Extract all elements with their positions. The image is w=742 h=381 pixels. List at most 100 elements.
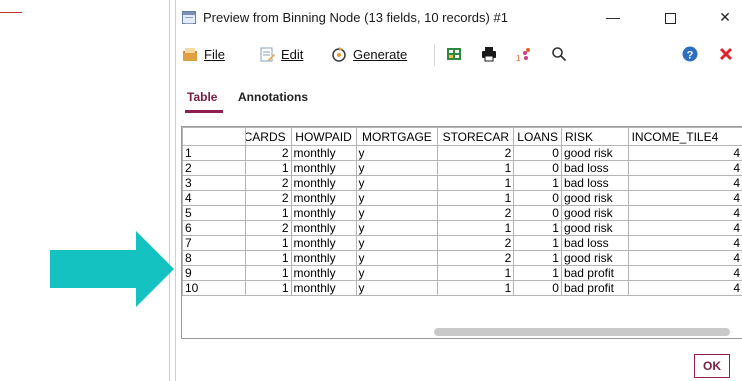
file-menu[interactable]: File xyxy=(182,44,242,66)
cell-income-tile4: 4 xyxy=(627,235,742,251)
cell-storecar: 2 xyxy=(437,205,515,221)
cell-income-tile4: 4 xyxy=(627,265,742,281)
preview-dialog: Preview from Binning Node (13 fields, 10… xyxy=(175,0,742,381)
screenshot-root: Preview from Binning Node (13 fields, 10… xyxy=(0,0,742,381)
minimize-button[interactable]: — xyxy=(594,4,632,30)
generate-menu-label: Generate xyxy=(353,47,408,62)
chart-button[interactable]: 1 xyxy=(516,44,534,66)
cell-storecar: 1 xyxy=(437,280,515,296)
table-header-row: CARDS HOWPAID MORTGAGE STORECAR LOANS RI… xyxy=(182,127,742,146)
scatter-chart-icon: 1 xyxy=(516,48,530,62)
cell-loans: 0 xyxy=(513,145,562,161)
column-header-loans[interactable]: LOANS xyxy=(513,127,562,146)
maximize-button[interactable] xyxy=(651,4,689,30)
column-header-index[interactable] xyxy=(182,127,246,146)
cell-risk: bad loss xyxy=(560,235,629,251)
horizontal-scrollbar[interactable] xyxy=(434,328,730,336)
cell-income-tile4: 4 xyxy=(627,250,742,266)
file-menu-label: File xyxy=(204,47,225,62)
cell-risk: bad loss xyxy=(560,160,629,176)
cell-loans: 0 xyxy=(513,160,562,176)
column-header-income-tile4[interactable]: INCOME_TILE4 xyxy=(627,127,742,146)
help-button[interactable]: ? xyxy=(682,44,700,66)
cell-storecar: 2 xyxy=(437,145,515,161)
edit-menu[interactable]: Edit xyxy=(259,44,315,66)
column-header-storecar[interactable]: STORECAR xyxy=(437,127,515,146)
row-number: 6 xyxy=(182,220,246,236)
cell-loans: 1 xyxy=(513,235,562,251)
ok-button[interactable]: OK xyxy=(694,354,730,378)
export-button[interactable] xyxy=(446,44,464,66)
search-button[interactable] xyxy=(551,44,569,66)
data-table-container[interactable]: CARDS HOWPAID MORTGAGE STORECAR LOANS RI… xyxy=(181,126,742,338)
help-icon: ? xyxy=(682,46,698,62)
close-preview-button[interactable] xyxy=(718,44,736,66)
cell-income-tile4: 4 xyxy=(627,145,742,161)
cell-cards: 1 xyxy=(244,280,292,296)
row-number: 4 xyxy=(182,190,246,206)
active-tab-indicator xyxy=(185,110,223,113)
cell-risk: good risk xyxy=(560,220,629,236)
cell-cards: 1 xyxy=(244,205,292,221)
row-number: 5 xyxy=(182,205,246,221)
cell-risk: good risk xyxy=(560,250,629,266)
cell-loans: 1 xyxy=(513,220,562,236)
cell-mortgage: y xyxy=(355,280,439,296)
table-row[interactable]: 5 1 monthly y 2 0 good risk 4 xyxy=(182,205,742,221)
cell-cards: 1 xyxy=(244,265,292,281)
cell-howpaid: monthly xyxy=(290,235,357,251)
table-row[interactable]: 3 2 monthly y 1 1 bad loss 4 xyxy=(182,175,742,191)
table-row[interactable]: 10 1 monthly y 1 0 bad profit 4 xyxy=(182,280,742,296)
cell-mortgage: y xyxy=(355,235,439,251)
title-bar: Preview from Binning Node (13 fields, 10… xyxy=(176,0,742,34)
maximize-icon xyxy=(664,12,676,24)
row-number: 2 xyxy=(182,160,246,176)
tab-annotations[interactable]: Annotations xyxy=(238,90,308,104)
background-panel-accent-line xyxy=(0,12,22,13)
cell-loans: 0 xyxy=(513,190,562,206)
cell-risk: bad profit xyxy=(560,280,629,296)
row-number: 9 xyxy=(182,265,246,281)
cell-mortgage: y xyxy=(355,160,439,176)
table-window-icon xyxy=(182,11,196,24)
table-row[interactable]: 6 2 monthly y 1 1 good risk 4 xyxy=(182,220,742,236)
tab-table[interactable]: Table xyxy=(187,90,217,104)
print-button[interactable] xyxy=(481,44,499,66)
column-header-risk[interactable]: RISK xyxy=(560,127,629,146)
generate-menu[interactable]: Generate xyxy=(331,44,423,66)
red-close-icon xyxy=(719,47,733,61)
data-table: CARDS HOWPAID MORTGAGE STORECAR LOANS RI… xyxy=(182,127,742,296)
table-row[interactable]: 8 1 monthly y 2 1 good risk 4 xyxy=(182,250,742,266)
column-header-cards[interactable]: CARDS xyxy=(244,127,292,146)
cell-mortgage: y xyxy=(355,250,439,266)
printer-icon xyxy=(482,47,496,62)
cell-cards: 2 xyxy=(244,220,292,236)
cell-mortgage: y xyxy=(355,265,439,281)
cell-mortgage: y xyxy=(355,190,439,206)
cell-howpaid: monthly xyxy=(290,190,357,206)
cell-cards: 2 xyxy=(244,145,292,161)
table-row[interactable]: 7 1 monthly y 2 1 bad loss 4 xyxy=(182,235,742,251)
cell-storecar: 2 xyxy=(437,235,515,251)
column-header-mortgage[interactable]: MORTGAGE xyxy=(355,127,439,146)
cell-mortgage: y xyxy=(355,175,439,191)
search-icon xyxy=(552,47,567,62)
cell-cards: 1 xyxy=(244,160,292,176)
cell-cards: 2 xyxy=(244,175,292,191)
cell-risk: good risk xyxy=(560,205,629,221)
close-window-button[interactable]: ✕ xyxy=(706,4,742,30)
table-row[interactable]: 9 1 monthly y 1 1 bad profit 4 xyxy=(182,265,742,281)
tab-bar: Table Annotations xyxy=(176,86,742,116)
cell-howpaid: monthly xyxy=(290,145,357,161)
cell-storecar: 1 xyxy=(437,160,515,176)
table-row[interactable]: 4 2 monthly y 1 0 good risk 4 xyxy=(182,190,742,206)
column-header-howpaid[interactable]: HOWPAID xyxy=(290,127,357,146)
cell-loans: 1 xyxy=(513,175,562,191)
spreadsheet-export-icon xyxy=(447,48,461,60)
table-row[interactable]: 2 1 monthly y 1 0 bad loss 4 xyxy=(182,160,742,176)
row-number: 7 xyxy=(182,235,246,251)
svg-text:?: ? xyxy=(687,50,694,62)
cell-howpaid: monthly xyxy=(290,250,357,266)
table-row[interactable]: 1 2 monthly y 2 0 good risk 4 xyxy=(182,145,742,161)
generate-icon xyxy=(332,47,346,62)
